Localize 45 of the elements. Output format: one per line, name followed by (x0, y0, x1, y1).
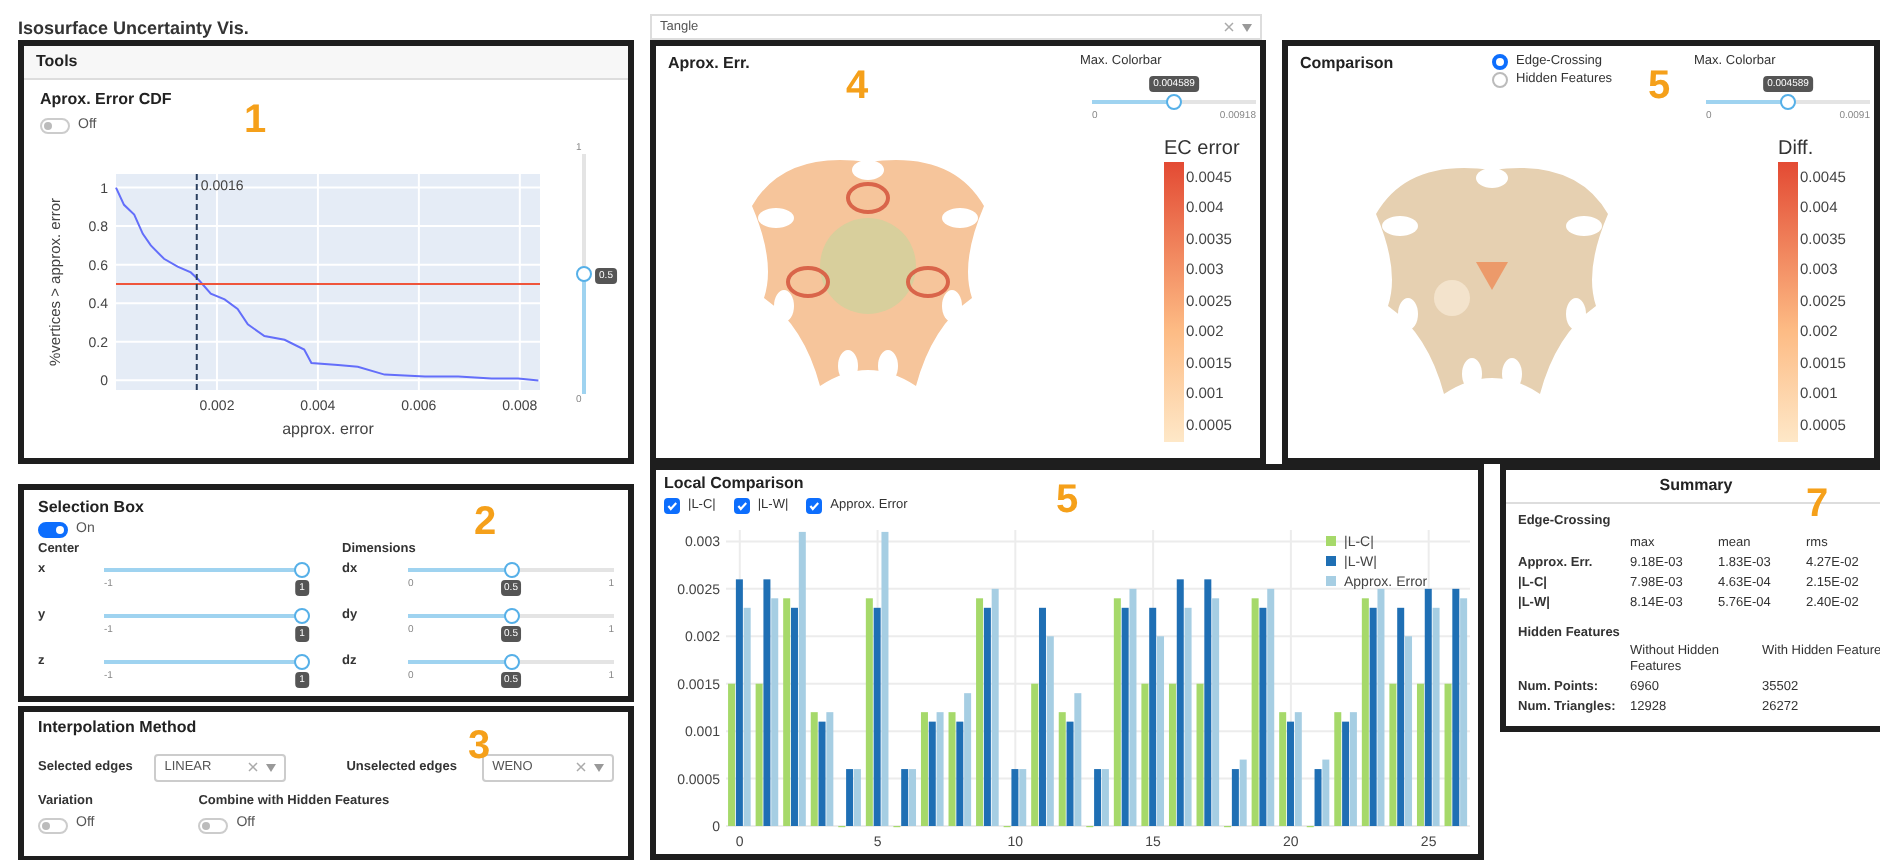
checkbox[interactable] (806, 497, 823, 514)
slider-handle[interactable] (503, 653, 519, 670)
slider-handle[interactable] (503, 607, 519, 624)
slider-handle[interactable] (576, 265, 592, 282)
caret-icon[interactable] (266, 763, 277, 772)
toggle-switch[interactable] (38, 817, 68, 834)
slider-handle[interactable] (1780, 93, 1796, 110)
clear-icon[interactable] (576, 762, 587, 773)
panel-title: Aprox. Err. (668, 54, 752, 74)
slider-handle[interactable] (1166, 93, 1182, 110)
annotation-number: 7 (1806, 484, 1829, 524)
slider-handle[interactable] (294, 561, 310, 578)
annotation-number: 5 (1056, 480, 1079, 520)
section-title: Selection Box (38, 498, 146, 518)
slider-handle[interactable] (294, 653, 310, 670)
clear-icon[interactable] (248, 762, 259, 773)
axis-title: approx. error (282, 419, 374, 438)
legend-swatch (1326, 555, 1336, 566)
panel-title: Comparison (1300, 54, 1396, 74)
slider-handle[interactable] (294, 607, 310, 624)
annotation-number: 2 (474, 502, 497, 542)
section-title: Interpolation Method (38, 718, 199, 738)
section-title: Local Comparison (664, 474, 806, 494)
annotation-number: 1 (244, 100, 267, 140)
colorbar-title: EC error (1164, 137, 1242, 162)
toggle-switch[interactable] (40, 117, 70, 134)
checkbox[interactable] (733, 497, 750, 514)
app-title: Isosurface Uncertainty Vis. (18, 18, 249, 39)
caret-icon[interactable] (594, 763, 605, 772)
slider-handle[interactable] (503, 561, 519, 578)
legend-swatch (1326, 535, 1336, 546)
checkbox[interactable] (664, 497, 680, 514)
radio-button[interactable] (1492, 72, 1508, 88)
panel-header: Tools (36, 52, 78, 70)
clear-icon[interactable] (1224, 22, 1234, 32)
annotation-number: 5 (1648, 66, 1671, 106)
radio-button[interactable] (1492, 54, 1508, 70)
section-title: Aprox. Error CDF (40, 90, 174, 110)
legend-swatch (1326, 575, 1336, 586)
caret-icon[interactable] (1242, 23, 1252, 31)
panel-title: Summary (1659, 476, 1733, 494)
toggle-switch[interactable] (198, 817, 229, 834)
annotation-number: 4 (846, 66, 869, 106)
colorbar-title: Diff. (1778, 137, 1816, 162)
toggle-switch[interactable] (38, 521, 68, 538)
